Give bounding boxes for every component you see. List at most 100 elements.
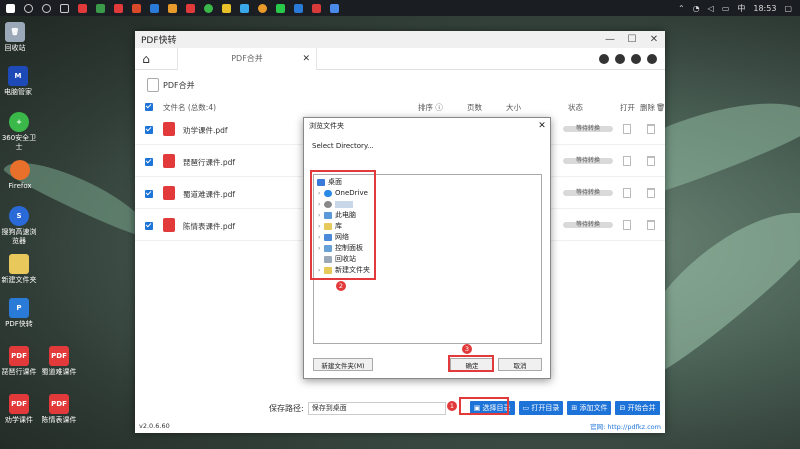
- open-file-icon[interactable]: [623, 188, 631, 198]
- window-title: PDF快转: [141, 36, 177, 46]
- dialog-title: 浏览文件夹: [309, 122, 344, 130]
- file-name: 琵琶行课件.pdf: [183, 158, 236, 167]
- app-taskbar-icon[interactable]: [294, 3, 303, 13]
- desktop-icon-pdf-kuaizhuan[interactable]: P PDF快转: [0, 298, 38, 329]
- windows-start-icon[interactable]: [6, 3, 15, 13]
- app-taskbar-icon[interactable]: [114, 3, 123, 13]
- desktop-icon-new-folder[interactable]: 新建文件夹: [0, 254, 38, 285]
- highlight-box: [310, 170, 376, 280]
- delete-file-icon[interactable]: [647, 188, 655, 198]
- start-merge-button[interactable]: ⊟ 开始合并: [615, 401, 660, 415]
- user-icon[interactable]: [631, 53, 641, 64]
- open-file-icon[interactable]: [623, 156, 631, 166]
- add-file-button[interactable]: ⊞ 添加文件: [567, 401, 612, 415]
- open-directory-button[interactable]: ▭ 打开目录: [518, 401, 564, 415]
- cancel-button[interactable]: 取消: [498, 358, 542, 371]
- button-label: 打开目录: [531, 404, 560, 412]
- row-checkbox[interactable]: [145, 190, 153, 198]
- select-all-checkbox[interactable]: [145, 103, 153, 111]
- column-open: 打开: [620, 102, 635, 112]
- clock[interactable]: 18:53: [753, 4, 776, 13]
- desktop-icon-label: 360安全卫士: [1, 134, 37, 151]
- pdf-file-icon: PDF: [9, 394, 29, 414]
- step-badge: 3: [462, 344, 472, 354]
- chat-icon[interactable]: [599, 53, 609, 64]
- row-checkbox[interactable]: [145, 158, 153, 166]
- gear-icon[interactable]: [647, 53, 657, 64]
- volume-icon[interactable]: ◁: [708, 4, 714, 13]
- status-badge: 等待转换: [563, 222, 613, 228]
- sort-icon[interactable]: ⓘ: [435, 103, 443, 112]
- status-badge: 等待转换: [563, 126, 613, 132]
- desktop-icon-label: 电脑管家: [4, 88, 32, 96]
- network-icon[interactable]: ◔: [693, 4, 700, 13]
- column-size: 大小: [506, 102, 521, 112]
- chevron-up-icon[interactable]: ⌃: [678, 4, 685, 13]
- trash-all-icon[interactable]: 🗑: [656, 103, 666, 112]
- wechat-taskbar-icon[interactable]: [276, 3, 285, 13]
- maximize-icon[interactable]: ☐: [621, 34, 643, 45]
- desktop-icon-recycle-bin[interactable]: 🗑 回收站: [0, 22, 34, 53]
- column-order-label: 排序: [418, 102, 433, 112]
- pdf-kuaizhuan-taskbar-icon[interactable]: [330, 3, 339, 13]
- app-taskbar-icon[interactable]: [312, 3, 321, 13]
- battery-icon[interactable]: ▭: [722, 4, 730, 13]
- step-badge: 1: [447, 401, 457, 411]
- app-taskbar-icon[interactable]: [258, 3, 267, 13]
- app-taskbar-icon[interactable]: [240, 3, 249, 13]
- app-taskbar-icon[interactable]: [132, 3, 141, 13]
- window-titlebar[interactable]: PDF快转 — ☐ ✕: [135, 31, 665, 48]
- website-link[interactable]: 官网: http://pdfkz.com: [590, 421, 661, 431]
- desktop-icon-pdf-file[interactable]: PDF 琵琶行课件: [0, 346, 38, 377]
- tab-pdf-merge[interactable]: PDF合并 ✕: [177, 47, 317, 70]
- folder-taskbar-icon[interactable]: [168, 3, 177, 13]
- desktop-icon-360[interactable]: + 360安全卫士: [0, 112, 38, 152]
- home-icon[interactable]: ⌂: [135, 52, 157, 66]
- new-folder-button[interactable]: 新建文件夹(M): [313, 358, 373, 371]
- row-checkbox[interactable]: [145, 222, 153, 230]
- chrome-taskbar-icon[interactable]: [204, 3, 213, 13]
- headset-icon[interactable]: [615, 53, 625, 64]
- desktop-icon-label: 劝学课件: [5, 416, 33, 424]
- save-path-label: 保存路径:: [269, 403, 304, 413]
- search-icon[interactable]: [24, 3, 33, 13]
- desktop-icon-firefox[interactable]: Firefox: [1, 160, 39, 191]
- pdf-file-icon: PDF: [49, 346, 69, 366]
- tab-close-icon[interactable]: ✕: [302, 54, 310, 64]
- open-file-icon[interactable]: [623, 220, 631, 230]
- column-filename: 文件名 (总数:4): [163, 102, 217, 112]
- delete-file-icon[interactable]: [647, 220, 655, 230]
- input-language[interactable]: 中: [737, 3, 745, 14]
- close-icon[interactable]: ✕: [534, 121, 550, 131]
- sogou-browser-icon: S: [9, 206, 29, 226]
- delete-file-icon[interactable]: [647, 124, 655, 134]
- tab-bar: ⌂ PDF合并 ✕: [135, 47, 665, 70]
- app-taskbar-icon[interactable]: [222, 3, 231, 13]
- delete-file-icon[interactable]: [647, 156, 655, 166]
- version-label: v2.0.6.60: [139, 422, 170, 430]
- open-file-icon[interactable]: [623, 124, 631, 134]
- app-taskbar-icon[interactable]: [96, 3, 105, 13]
- notification-icon[interactable]: ▢: [784, 4, 792, 13]
- desktop-icon-pc-manager[interactable]: M 电脑管家: [0, 66, 37, 97]
- column-order[interactable]: 排序 ⓘ: [418, 102, 443, 113]
- taskbar: ⌃ ◔ ◁ ▭ 中 18:53 ▢: [0, 0, 800, 16]
- desktop-icon-sogou[interactable]: S 搜狗高速浏览器: [0, 206, 38, 246]
- app-taskbar-icon[interactable]: [78, 3, 87, 13]
- dialog-titlebar[interactable]: 浏览文件夹 ✕: [304, 118, 550, 134]
- close-icon[interactable]: ✕: [643, 34, 665, 45]
- step-badge: 2: [336, 281, 346, 291]
- cortana-icon[interactable]: [42, 3, 51, 13]
- desktop-icon-pdf-file[interactable]: PDF 蜀道难课件: [40, 346, 78, 377]
- row-checkbox[interactable]: [145, 126, 153, 134]
- app-taskbar-icon[interactable]: [186, 3, 195, 13]
- desktop-icon-pdf-file[interactable]: PDF 陈情表课件: [40, 394, 78, 425]
- task-view-icon[interactable]: [60, 3, 69, 13]
- minimize-icon[interactable]: —: [599, 34, 621, 45]
- pdf-kuaizhuan-icon: P: [9, 298, 29, 318]
- save-path-field[interactable]: 保存到桌面: [307, 401, 446, 415]
- desktop-icon-pdf-file[interactable]: PDF 劝学课件: [0, 394, 38, 425]
- desktop-icon-label: 搜狗高速浏览器: [1, 228, 37, 245]
- pdf-file-icon: PDF: [9, 346, 29, 366]
- app-taskbar-icon[interactable]: [150, 3, 159, 13]
